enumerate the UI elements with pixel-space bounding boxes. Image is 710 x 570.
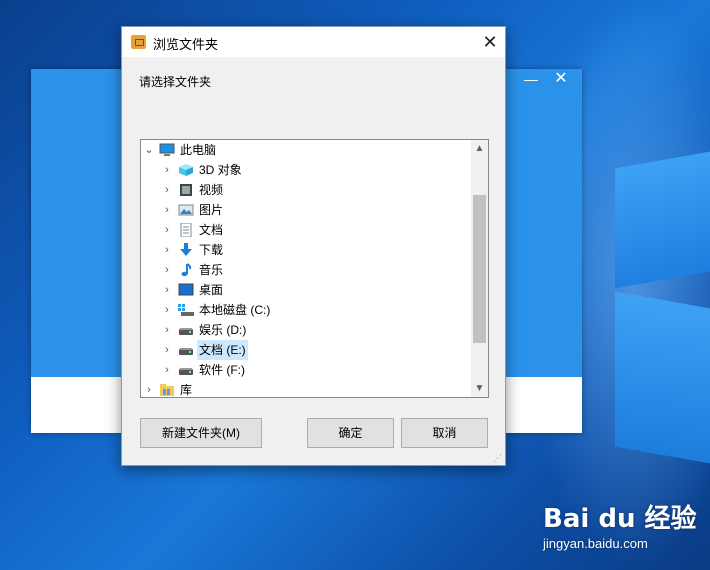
dialog-title: 浏览文件夹 [153, 37, 219, 52]
tree-item[interactable]: › 软件 (F:) [141, 360, 471, 380]
download-arrow-icon [178, 243, 194, 257]
tree-item[interactable]: › 娱乐 (D:) [141, 320, 471, 340]
watermark-url: jingyan.baidu.com [543, 536, 648, 551]
chevron-right-icon[interactable]: › [161, 340, 173, 360]
tree-item-label: 图片 [199, 203, 224, 217]
tree-item-label: 音乐 [199, 263, 224, 277]
watermark-logo: Bai du 经验 [543, 504, 697, 534]
system-drive-icon [178, 303, 194, 317]
chevron-right-icon[interactable]: › [161, 180, 173, 200]
document-icon [178, 222, 194, 238]
chevron-right-icon[interactable]: › [161, 320, 173, 340]
tree-item-label: 文档 (E:) [197, 340, 248, 360]
baidu-watermark: Bai du 经验 jingyan.baidu.com [543, 490, 703, 560]
chevron-right-icon[interactable]: › [161, 260, 173, 280]
tree-item[interactable]: › 3D 对象 [141, 160, 471, 180]
close-button[interactable]: ✕ [546, 69, 576, 89]
scroll-up-icon[interactable]: ▲ [471, 140, 488, 157]
scroll-down-icon[interactable]: ▼ [471, 380, 488, 397]
chevron-right-icon[interactable]: › [161, 200, 173, 220]
minimize-button[interactable]: — [516, 69, 546, 89]
tree-item-label: 软件 (F:) [199, 363, 245, 377]
tree-scrollbar[interactable]: ▲ ▼ [471, 140, 488, 397]
title-bar: 浏览文件夹 ✕ [122, 27, 505, 57]
drive-icon [178, 323, 194, 337]
tree-item-label: 文档 [199, 223, 224, 237]
tree-item[interactable]: ⌄ 此电脑 [141, 140, 471, 160]
dialog-close-button[interactable]: ✕ [475, 27, 505, 57]
tree-item-label: 视频 [199, 183, 224, 197]
tree-item[interactable]: › 本地磁盘 (C:) [141, 300, 471, 320]
tree-item-label: 本地磁盘 (C:) [199, 303, 271, 317]
tree-item[interactable]: › 图片 [141, 200, 471, 220]
tree-item-label: 下载 [199, 243, 224, 257]
tree-item[interactable]: › 视频 [141, 180, 471, 200]
chevron-right-icon[interactable]: › [161, 160, 173, 180]
dialog-prompt: 请选择文件夹 [139, 75, 212, 89]
chevron-right-icon[interactable]: › [161, 220, 173, 240]
library-folder-icon [159, 383, 175, 397]
tree-item[interactable]: › 音乐 [141, 260, 471, 280]
tree-item[interactable]: › 下载 [141, 240, 471, 260]
computer-icon [159, 143, 175, 157]
tree-item-label: 库 [180, 383, 193, 397]
tree-item-label: 3D 对象 [199, 163, 242, 177]
tree-item-label: 此电脑 [180, 143, 217, 157]
music-note-icon [178, 263, 194, 277]
resize-grip-icon[interactable]: ⋰ [493, 453, 503, 463]
drive-icon [178, 343, 194, 357]
chevron-right-icon[interactable]: › [161, 360, 173, 380]
drive-icon [178, 363, 194, 377]
windows-logo-pane-top [615, 151, 710, 289]
cube-3d-icon [178, 163, 194, 177]
scroll-thumb[interactable] [473, 195, 486, 343]
tree-item[interactable]: › 文档 [141, 220, 471, 240]
tree-item-label: 娱乐 (D:) [199, 323, 247, 337]
chevron-right-icon[interactable]: › [143, 380, 155, 397]
ok-button[interactable]: 确定 [307, 418, 394, 448]
tree-item[interactable]: › 文档 (E:) [141, 340, 471, 360]
tree-item-label: 桌面 [199, 283, 224, 297]
picture-icon [178, 203, 194, 217]
cancel-button[interactable]: 取消 [401, 418, 488, 448]
chevron-right-icon[interactable]: › [161, 300, 173, 320]
folder-tree-list: ⌄ 此电脑 › 3D 对象 › 视频 › 图片 › 文档 › 下载 › 音乐 › 桌面 › 本地磁盘 (C:) › 娱… [141, 140, 471, 397]
desktop-icon [178, 283, 194, 297]
tree-item[interactable]: › 桌面 [141, 280, 471, 300]
chevron-right-icon[interactable]: › [161, 280, 173, 300]
video-icon [178, 183, 194, 197]
folder-tree[interactable]: ⌄ 此电脑 › 3D 对象 › 视频 › 图片 › 文档 › 下载 › 音乐 › 桌面 › 本地磁盘 (C:) › 娱… [140, 139, 489, 398]
windows-logo-pane-bottom [615, 291, 710, 464]
browse-folder-dialog: 浏览文件夹 ✕ 请选择文件夹 ⌄ 此电脑 › 3D 对象 › 视频 › 图片 › 文档 › 下载 › 音乐… [121, 26, 506, 466]
tree-item[interactable]: › 库 [141, 380, 471, 397]
chevron-down-icon[interactable]: ⌄ [143, 140, 155, 160]
chevron-right-icon[interactable]: › [161, 240, 173, 260]
app-icon [131, 35, 146, 49]
new-folder-button[interactable]: 新建文件夹(M) [140, 418, 262, 448]
